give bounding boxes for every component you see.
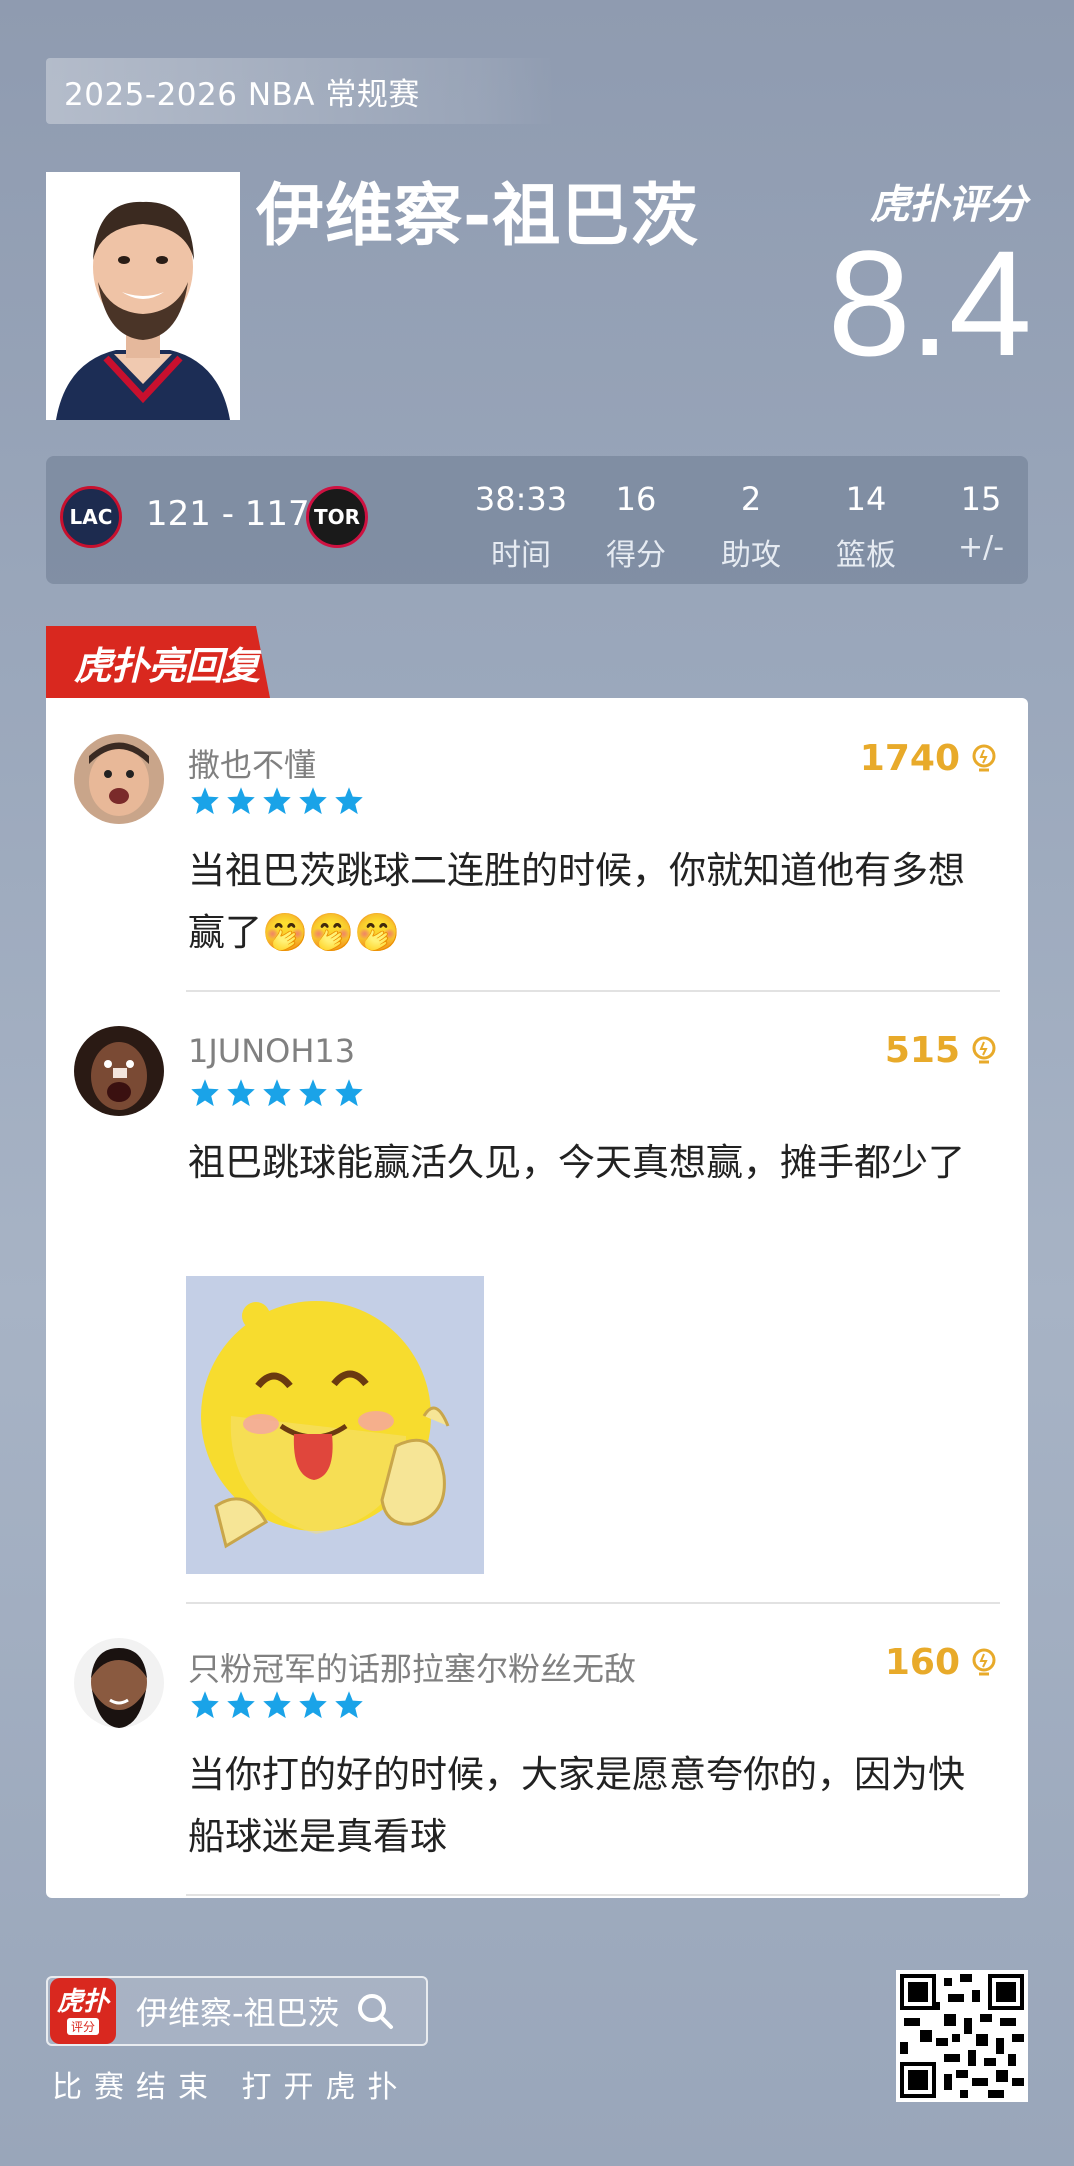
avatar[interactable] [74,734,164,824]
star-icon [263,1691,291,1719]
stat-label: 助攻 [721,538,781,573]
star-icon [335,787,363,815]
stat-value: 2 [740,480,762,518]
star-icon [335,1079,363,1107]
stat-label: 时间 [491,538,551,573]
likes-value: 1740 [859,738,960,779]
open-app-caption: 比赛结束 打开虎扑 [52,2070,410,2105]
comment-text: 当你打的好的时候，大家是愿意夸你的，因为快船球迷是真看球 [188,1753,965,1858]
star-rating [190,1690,364,1720]
stat-value: 16 [615,480,657,518]
lightbulb-icon [972,744,996,771]
stat-points: 16 得分 [581,480,691,574]
star-icon [227,1079,255,1107]
likes-count[interactable]: 515 [885,1030,998,1071]
star-rating [190,786,364,816]
likes-value: 160 [884,1642,960,1683]
divider [186,1894,1000,1896]
star-icon [263,787,291,815]
game-score: 121 - 117 [146,494,310,534]
stat-label: +/- [957,530,1005,565]
hupu-app-icon[interactable]: 虎扑 评分 [50,1978,116,2044]
star-icon [227,1691,255,1719]
divider [186,990,1000,992]
search-icon[interactable] [356,1992,394,2030]
username[interactable]: 只粉冠军的话那拉塞尔粉丝无敌 [188,1644,636,1690]
search-text: 伊维察-祖巴茨 [136,1994,340,2032]
stat-rebounds: 14 篮板 [811,480,921,574]
comments-card: 撒也不懂 1740 当祖巴茨跳球二连胜的时候，你就知道他有多想赢了🤭🤭🤭 1JU… [46,698,1028,1898]
lightbulb-icon [972,1648,996,1675]
game-stats-bar: LAC 121 - 117 TOR 38:33 时间 16 得分 2 助攻 14… [46,456,1028,584]
star-icon [191,1079,219,1107]
stat-value: 14 [845,480,887,518]
avatar[interactable] [74,1638,164,1728]
app-icon-subtitle: 评分 [66,2017,99,2035]
username[interactable]: 1JUNOH13 [188,1032,355,1070]
stat-value: 15 [960,480,1002,518]
lightbulb-icon [972,1036,996,1063]
likes-count[interactable]: 1740 [860,738,998,779]
star-icon [263,1079,291,1107]
star-icon [299,787,327,815]
lac-team-logo: LAC [60,486,122,548]
tor-team-logo: TOR [306,486,368,548]
likes-value: 515 [884,1030,960,1071]
star-icon [335,1691,363,1719]
stat-label: 篮板 [836,538,896,573]
comment-text: 祖巴跳球能赢活久见，今天真想赢，摊手都少了 [188,1141,965,1184]
player-search-box[interactable]: 虎扑 评分 伊维察-祖巴茨 [46,1976,428,2046]
comment-image[interactable] [186,1276,484,1574]
star-icon [191,787,219,815]
stat-plus-minus: 15 +/- [926,480,1036,565]
star-icon [227,787,255,815]
player-rating: 8.4 [827,219,1032,387]
stat-minutes: 38:33 时间 [466,480,576,574]
comment-text: 当祖巴茨跳球二连胜的时候，你就知道他有多想赢了🤭🤭🤭 [188,849,965,954]
username[interactable]: 撒也不懂 [188,740,316,786]
stat-assists: 2 助攻 [696,480,806,574]
star-icon [299,1691,327,1719]
stat-value: 38:33 [474,480,568,518]
app-icon-title: 虎扑 [56,1986,109,2017]
season-label: 2025-2026 NBA 常规赛 [46,58,556,124]
stat-label: 得分 [606,538,666,573]
highlight-replies-tag: 虎扑亮回复 [46,626,270,698]
likes-count[interactable]: 160 [885,1642,998,1683]
player-name: 伊维察-祖巴茨 [256,177,700,256]
star-rating [190,1078,364,1108]
avatar[interactable] [74,1026,164,1116]
star-icon [299,1079,327,1107]
qr-code[interactable] [896,1970,1028,2102]
divider [186,1602,1000,1604]
player-photo [46,172,240,420]
star-icon [191,1691,219,1719]
